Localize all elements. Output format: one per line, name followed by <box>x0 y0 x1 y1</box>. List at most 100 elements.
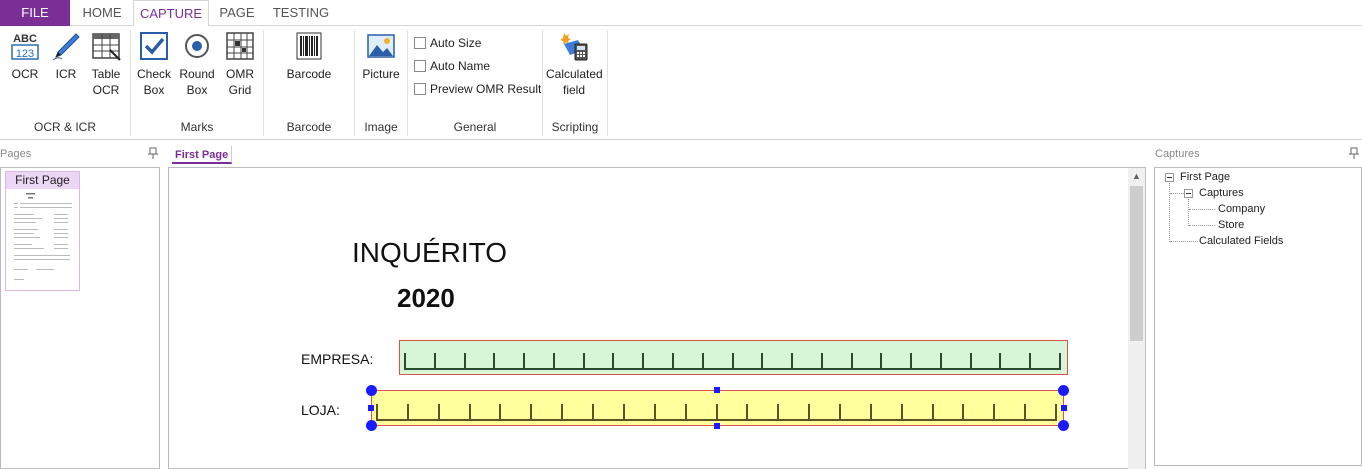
collapse-icon[interactable] <box>1184 189 1193 198</box>
resize-handle-top-left[interactable] <box>366 385 377 396</box>
tab-home[interactable]: HOME <box>72 0 132 26</box>
company-comb-field <box>404 353 1061 370</box>
round-box-label: Round Box <box>179 67 215 97</box>
auto-name-checkbox[interactable]: Auto Name <box>414 58 490 74</box>
comb-tick <box>761 353 764 368</box>
scroll-up-arrow-icon[interactable]: ▲ <box>1128 168 1145 185</box>
tree-connector <box>1188 199 1189 226</box>
scrollbar-thumb[interactable] <box>1130 186 1143 341</box>
auto-size-checkbox[interactable]: Auto Size <box>414 35 481 51</box>
ribbon-separator <box>607 30 608 136</box>
comb-tick <box>468 404 471 419</box>
comb-tick <box>910 353 913 368</box>
tree-connector <box>1170 193 1184 194</box>
grid-icon <box>226 32 254 60</box>
checkbox-box[interactable] <box>414 83 426 95</box>
comb-tick <box>1029 353 1032 368</box>
resize-handle-top[interactable] <box>714 387 720 393</box>
document-year: 2020 <box>397 283 455 313</box>
calculator-icon <box>560 33 588 61</box>
preview-omr-result-label: Preview OMR Result <box>430 82 542 96</box>
checkbox-box[interactable] <box>414 37 426 49</box>
comb-tick <box>993 404 996 419</box>
group-label-general: General <box>453 120 497 134</box>
icr-button[interactable]: ICR <box>47 30 85 82</box>
comb-tick <box>969 353 972 368</box>
document-tab-first-page[interactable]: First Page <box>172 146 233 164</box>
barcode-icon <box>296 32 322 60</box>
tab-capture[interactable]: CAPTURE <box>133 0 209 27</box>
store-comb-field <box>376 404 1057 421</box>
pin-icon[interactable] <box>1349 147 1359 159</box>
comb-tick <box>900 404 903 419</box>
radio-icon <box>185 34 209 58</box>
round-box-button[interactable]: Round Box <box>177 30 217 98</box>
barcode-label: Barcode <box>286 67 332 81</box>
captures-panel: First Page Captures Company Store Calcul… <box>1154 167 1362 466</box>
tree-node-store[interactable]: Store <box>1218 219 1244 231</box>
company-capture-zone[interactable] <box>399 340 1068 375</box>
document-vertical-scrollbar[interactable]: ▲ <box>1128 168 1145 469</box>
tab-page[interactable]: PAGE <box>210 0 264 26</box>
tree-node-first-page[interactable]: First Page <box>1180 171 1230 183</box>
tree-connector <box>1170 241 1198 242</box>
barcode-button[interactable]: Barcode <box>281 30 337 82</box>
preview-omr-result-checkbox[interactable]: Preview OMR Result <box>414 81 541 97</box>
comb-tick <box>701 353 704 368</box>
comb-tick <box>561 404 564 419</box>
resize-handle-left[interactable] <box>368 405 374 411</box>
resize-handle-top-right[interactable] <box>1058 385 1069 396</box>
ribbon-tab-bar: FILE HOME CAPTURE PAGE TESTING <box>0 0 1362 27</box>
icr-label: ICR <box>55 67 77 81</box>
page-thumbnail[interactable]: First Page <box>5 171 80 291</box>
comb-tick <box>791 353 794 368</box>
checkbox-box[interactable] <box>414 60 426 72</box>
ocr-button[interactable]: ABC 123 OCR <box>6 30 44 82</box>
comb-tick <box>999 353 1002 368</box>
resize-handle-right[interactable] <box>1061 405 1067 411</box>
page-thumbnail-preview <box>14 193 72 280</box>
comb-tick <box>1055 404 1057 419</box>
comb-tick <box>939 353 942 368</box>
tree-node-calculated-fields[interactable]: Calculated Fields <box>1199 235 1283 247</box>
check-box-button[interactable]: Check Box <box>134 30 174 98</box>
calculated-field-button[interactable]: Calculated field <box>546 30 603 98</box>
tab-file[interactable]: FILE <box>0 0 70 26</box>
pin-icon[interactable] <box>148 147 158 159</box>
resize-handle-bottom[interactable] <box>714 423 720 429</box>
pen-icon <box>52 33 80 61</box>
comb-tick <box>962 404 965 419</box>
table-ocr-button[interactable]: Table OCR <box>87 30 125 98</box>
comb-tick <box>552 353 555 368</box>
picture-icon <box>367 34 395 58</box>
comb-tick <box>463 353 466 368</box>
comb-tick <box>653 404 656 419</box>
auto-size-label: Auto Size <box>430 36 482 50</box>
document-tab-strip: First Page <box>168 146 1146 166</box>
omr-grid-button[interactable]: OMR Grid <box>220 30 260 98</box>
group-label-ocr-icr: OCR & ICR <box>33 120 96 134</box>
check-box-label: Check Box <box>136 67 171 97</box>
calculated-field-label: Calculated field <box>546 67 603 97</box>
resize-handle-bottom-left[interactable] <box>366 420 377 431</box>
comb-tick <box>684 404 687 419</box>
captures-panel-title: Captures <box>1155 148 1200 160</box>
picture-button[interactable]: Picture <box>359 30 403 82</box>
group-label-marks: Marks <box>180 120 214 134</box>
tab-testing[interactable]: TESTING <box>264 0 338 26</box>
comb-tick <box>437 404 440 419</box>
auto-name-label: Auto Name <box>430 59 491 73</box>
comb-tick <box>746 404 749 419</box>
tree-node-company[interactable]: Company <box>1218 203 1265 215</box>
tree-connector <box>1189 209 1215 210</box>
comb-tick <box>869 404 872 419</box>
resize-handle-bottom-right[interactable] <box>1058 420 1069 431</box>
collapse-icon[interactable] <box>1165 173 1174 182</box>
tree-node-captures[interactable]: Captures <box>1199 187 1244 199</box>
comb-tick <box>880 353 883 368</box>
store-capture-zone[interactable] <box>371 390 1064 426</box>
comb-tick <box>493 353 496 368</box>
picture-label: Picture <box>362 67 400 81</box>
comb-tick <box>622 404 625 419</box>
comb-tick <box>715 404 718 419</box>
